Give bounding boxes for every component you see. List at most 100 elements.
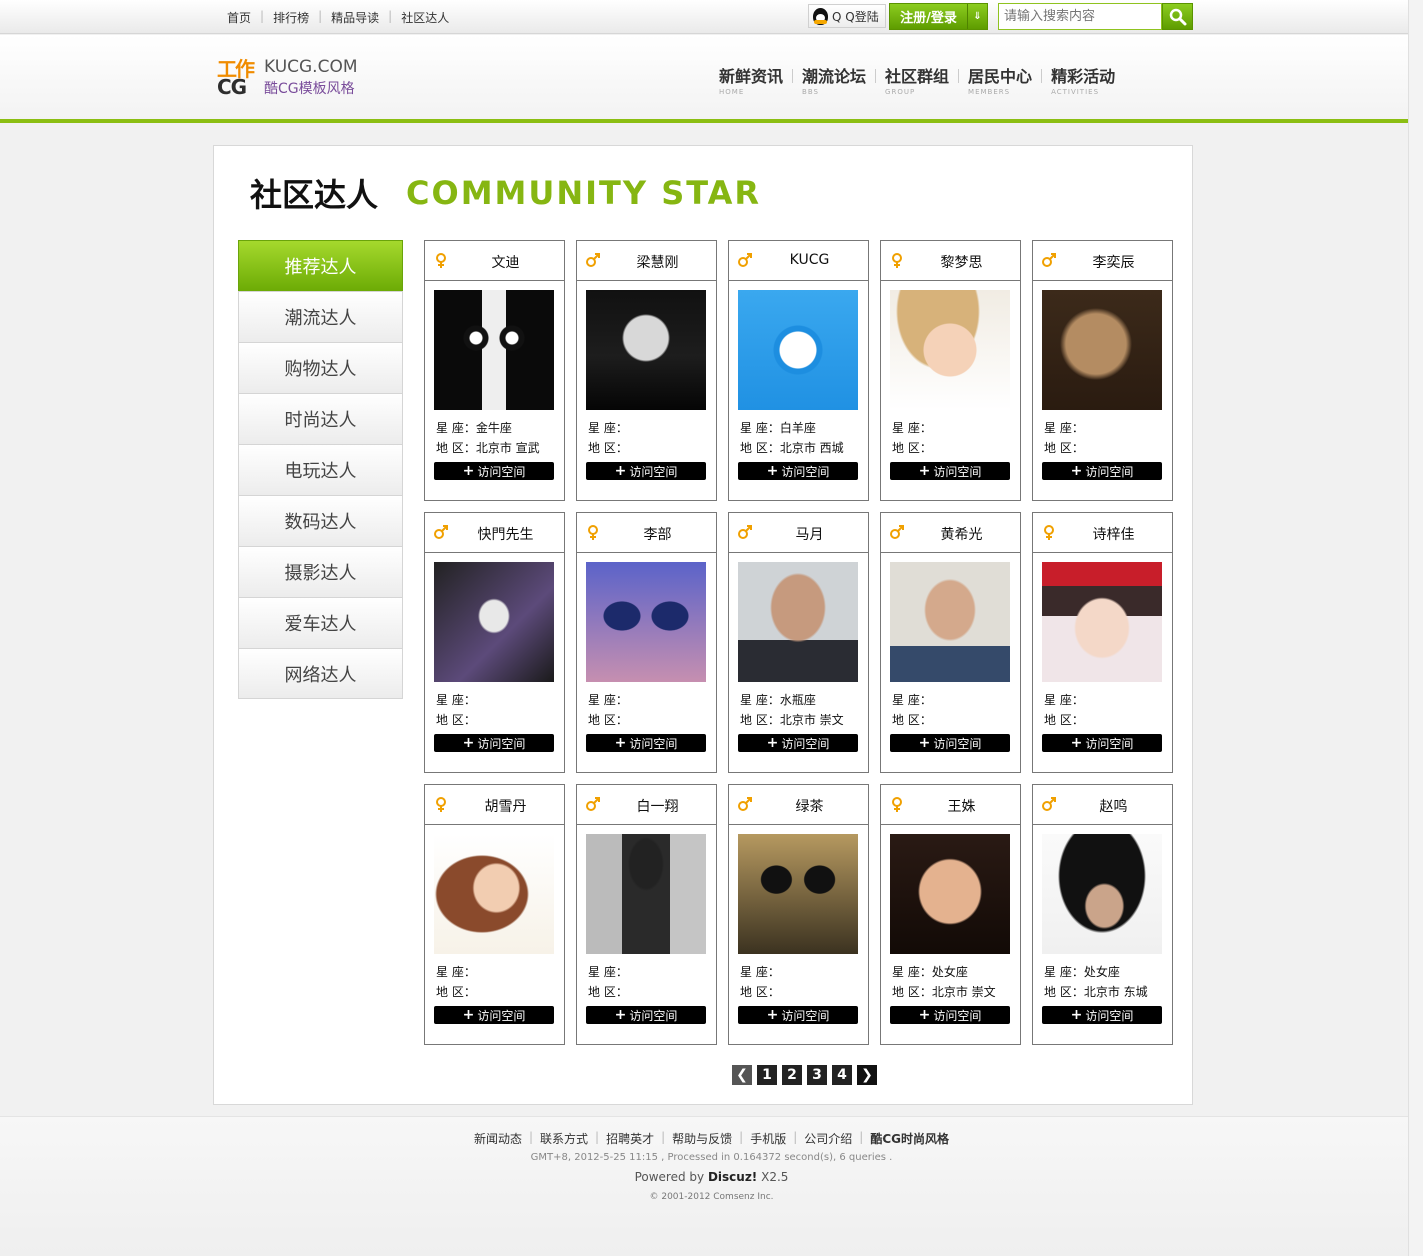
visit-space-button[interactable]: + 访问空间 [1042, 462, 1162, 480]
member-name[interactable]: 李奕辰 [1057, 252, 1170, 272]
visit-space-button[interactable]: + 访问空间 [586, 462, 706, 480]
sepia-portrait-icon[interactable] [1042, 290, 1162, 410]
spiky-hair-icon[interactable] [1042, 834, 1162, 954]
member-name[interactable]: 白一翔 [601, 796, 714, 816]
category-digital[interactable]: 数码达人 [238, 495, 403, 546]
plus-icon: + [766, 463, 779, 479]
member-constellation: 星 座：水瓶座 [740, 693, 816, 707]
page-2-button[interactable]: 2 [782, 1065, 802, 1085]
member-name[interactable]: 胡雪丹 [449, 796, 562, 816]
nav-news[interactable]: 新鲜资讯 HOME [710, 63, 792, 96]
white-glasses-icon[interactable] [434, 562, 554, 682]
visit-space-button[interactable]: + 访问空间 [890, 462, 1010, 480]
qq-login-button[interactable]: Q Q登陆 [808, 4, 886, 28]
male-icon [585, 252, 601, 268]
member-name[interactable]: 文迪 [449, 252, 562, 272]
member-card-header: 李部 [577, 513, 716, 553]
footer-link-about[interactable]: 公司介绍 [804, 1130, 852, 1147]
category-shopping[interactable]: 购物达人 [238, 342, 403, 393]
member-card-header: 李奕辰 [1033, 241, 1172, 281]
search-icon [1169, 8, 1186, 25]
glasses-man-icon[interactable] [890, 562, 1010, 682]
page-4-button[interactable]: 4 [832, 1065, 852, 1085]
member-name[interactable]: 黎梦思 [905, 252, 1018, 272]
register-login-button[interactable]: 注册/登录 ⇓ [889, 3, 988, 30]
nav-activities[interactable]: 精彩活动 ACTIVITIES [1042, 63, 1124, 96]
visit-space-button[interactable]: + 访问空间 [586, 734, 706, 752]
prev-page-icon[interactable]: ❮ [732, 1065, 752, 1085]
bw-covered-face-icon[interactable] [586, 290, 706, 410]
chevron-down-icon[interactable]: ⇓ [967, 4, 987, 29]
nav-group[interactable]: 社区群组 GROUP [876, 63, 958, 96]
plus-icon: + [766, 1007, 779, 1023]
visit-space-button[interactable]: + 访问空间 [434, 462, 554, 480]
smiling-woman-icon[interactable] [890, 834, 1010, 954]
plus-icon: + [918, 1007, 931, 1023]
category-photography[interactable]: 摄影达人 [238, 546, 403, 597]
member-name[interactable]: 诗梓佳 [1057, 524, 1170, 544]
member-name[interactable]: KUCG [753, 252, 866, 268]
member-region: 地 区： [436, 713, 476, 727]
sunglasses-selfie-icon[interactable] [586, 562, 706, 682]
discuz-link[interactable]: Discuz! [708, 1170, 757, 1184]
vertical-scrollbar[interactable] [1408, 0, 1423, 1256]
page-title: 社区达人 [250, 176, 379, 214]
page-3-button[interactable]: 3 [807, 1065, 827, 1085]
member-region: 地 区：北京市 崇文 [740, 713, 844, 727]
curly-hair-woman-icon[interactable] [434, 834, 554, 954]
category-fashion[interactable]: 时尚达人 [238, 393, 403, 444]
kucg-winged-logo-icon[interactable] [738, 290, 858, 410]
bw-star-face-icon[interactable] [434, 290, 554, 410]
member-name[interactable]: 快門先生 [449, 524, 562, 544]
next-page-icon[interactable]: ❯ [857, 1065, 877, 1085]
visit-space-button[interactable]: + 访问空间 [434, 734, 554, 752]
member-name[interactable]: 王姝 [905, 796, 1018, 816]
member-constellation: 星 座： [588, 693, 628, 707]
member-card: 白一翔星 座： 地 区： + 访问空间 [576, 784, 717, 1045]
top-link-ranking[interactable]: 排行榜 [273, 9, 309, 26]
search-button[interactable] [1162, 3, 1193, 30]
visit-space-button[interactable]: + 访问空间 [890, 734, 1010, 752]
visit-space-button[interactable]: + 访问空间 [586, 1006, 706, 1024]
member-name[interactable]: 赵鸣 [1057, 796, 1170, 816]
goggles-man-icon[interactable] [738, 834, 858, 954]
footer-link-jobs[interactable]: 招聘英才 [606, 1130, 654, 1147]
category-recommended[interactable]: 推荐达人 [238, 240, 403, 291]
member-name[interactable]: 李部 [601, 524, 714, 544]
member-name[interactable]: 马月 [753, 524, 866, 544]
footer-link-news[interactable]: 新闻动态 [474, 1130, 522, 1147]
suit-portrait-icon[interactable] [738, 562, 858, 682]
girl-straw-hat-icon[interactable] [890, 290, 1010, 410]
footer-link-help[interactable]: 帮助与反馈 [672, 1130, 732, 1147]
member-name[interactable]: 黄希光 [905, 524, 1018, 544]
visit-space-button[interactable]: + 访问空间 [738, 462, 858, 480]
visit-space-button[interactable]: + 访问空间 [1042, 1006, 1162, 1024]
member-name[interactable]: 梁慧刚 [601, 252, 714, 272]
top-link-community-star[interactable]: 社区达人 [401, 9, 449, 26]
visit-space-button[interactable]: + 访问空间 [738, 1006, 858, 1024]
footer-link-contact[interactable]: 联系方式 [540, 1130, 588, 1147]
page-1-button[interactable]: 1 [757, 1065, 777, 1085]
visit-space-button[interactable]: + 访问空间 [738, 734, 858, 752]
visit-space-button[interactable]: + 访问空间 [1042, 734, 1162, 752]
search-input[interactable] [998, 3, 1162, 30]
category-gaming[interactable]: 电玩达人 [238, 444, 403, 495]
footer-brand-link[interactable]: 酷CG时尚风格 [870, 1130, 949, 1147]
nav-forum[interactable]: 潮流论坛 BBS [793, 63, 875, 96]
category-trend[interactable]: 潮流达人 [238, 291, 403, 342]
footer-link-mobile[interactable]: 手机版 [750, 1130, 786, 1147]
category-internet[interactable]: 网络达人 [238, 648, 403, 699]
headband-girl-icon[interactable] [1042, 562, 1162, 682]
male-icon [433, 524, 449, 540]
member-constellation: 星 座： [588, 965, 628, 979]
top-link-digest[interactable]: 精品导读 [331, 9, 379, 26]
bw-fashion-pose-icon[interactable] [586, 834, 706, 954]
female-icon [889, 252, 905, 268]
top-link-home[interactable]: 首页 [227, 9, 251, 26]
member-name[interactable]: 绿茶 [753, 796, 866, 816]
male-icon [737, 796, 753, 812]
visit-space-button[interactable]: + 访问空间 [890, 1006, 1010, 1024]
category-cars[interactable]: 爱车达人 [238, 597, 403, 648]
visit-space-button[interactable]: + 访问空间 [434, 1006, 554, 1024]
nav-members[interactable]: 居民中心 MEMBERS [959, 63, 1041, 96]
